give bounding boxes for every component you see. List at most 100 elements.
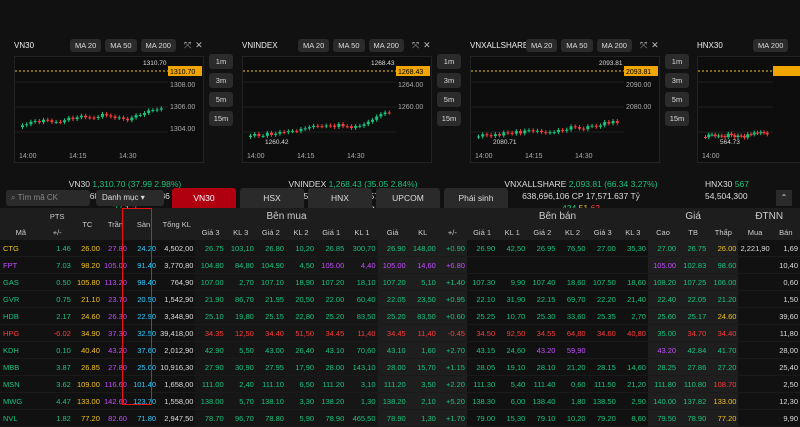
ma-toggle-button[interactable]: MA 20 [298,38,330,52]
table-cell [466,256,498,274]
table-row[interactable]: MWG 4.47 133.00 142.60 123.70 1,558,00 138.00 5… [0,392,800,410]
table-cell: 34.40 [708,324,739,342]
col-ref: TC [72,208,102,240]
stock-symbol[interactable]: GVR [0,290,42,308]
tab-hnx[interactable]: HNX [308,188,372,208]
tab-hsx[interactable]: HSX [240,188,304,208]
stock-symbol[interactable]: CTG [0,240,42,257]
stock-symbol[interactable]: HPG [0,324,42,342]
stock-symbol[interactable]: GAS [0,273,42,291]
interval-button[interactable]: 15m [209,111,233,126]
intraday-chart[interactable]: 1268.43 1268.43 1260.42 1264.00 1260.00 14:00… [242,56,432,163]
stock-search-input[interactable]: ⌕ Tìm mã CK [6,190,90,206]
table-cell: 123.70 [128,392,159,410]
candle [67,117,71,121]
table-row[interactable]: FPT 7.03 98.20 105.00 91.40 3,770,80 104.80 84,… [0,256,800,274]
intraday-chart[interactable]: 2093.81 2093.81 2080.71 2090.00 2080.00 14:00… [470,56,660,163]
low-label: 1260.42 [265,139,289,146]
table-row[interactable]: HDB 2.17 24.60 26.30 22.90 3,348,90 25.10 19,80… [0,307,800,325]
candle [730,133,733,136]
intraday-chart[interactable]: 1310.70 1310.70 1308.00 1306.00 1304.00 14:00… [14,56,204,163]
collapse-charts-button[interactable]: ⌃ [776,190,792,206]
interval-button[interactable]: 15m [437,111,461,126]
interval-button[interactable]: 15m [665,111,689,126]
ma-toggle-button[interactable]: MA 200 [596,38,632,52]
table-cell: 43.10 [316,341,347,359]
table-row[interactable]: GAS 0.50 105.80 113.20 98.40 764,90 107.00 2,70… [0,273,800,291]
table-cell: 26.95 [527,240,558,257]
interval-button[interactable]: 1m [437,54,461,69]
table-cell: 83,50 [407,307,438,325]
interval-button[interactable]: 5m [437,92,461,107]
table-cell [617,341,648,359]
category-dropdown[interactable]: Danh mục ▾ [96,190,164,206]
candle [704,137,707,138]
interval-button[interactable]: 1m [665,54,689,69]
expand-icon[interactable]: ⤧ [412,40,419,51]
interval-button[interactable]: 3m [437,73,461,88]
ma-toggle-button[interactable]: MA 200 [368,38,404,52]
expand-icon[interactable]: ⤧ [184,40,191,51]
y-tick-label: 2090.00 [626,82,651,89]
table-cell: 107.20 [316,273,347,291]
table-cell: 113.20 [101,273,129,291]
stock-symbol[interactable]: NVL [0,409,42,427]
ma-toggle-button[interactable]: MA 20 [526,38,558,52]
ma-toggle-button[interactable]: MA 200 [753,38,789,52]
table-cell: 133.00 [708,392,739,410]
stock-symbol[interactable]: HDB [0,307,42,325]
ma-toggle-button[interactable]: MA 50 [561,38,593,52]
table-cell: 37.30 [101,324,129,342]
interval-button[interactable]: 5m [209,92,233,107]
table-cell: 15,70 [407,358,438,376]
table-cell: +0.95 [437,290,467,308]
ma-toggle-button[interactable]: MA 20 [70,38,102,52]
tab-derivatives[interactable]: Phái sinh [444,188,508,208]
ma-toggle-button[interactable]: MA 200 [140,38,176,52]
candle [739,135,743,137]
table-cell: 104.90 [255,256,286,274]
table-row[interactable]: KDH 0.10 40.40 43.20 37.60 2,012,90 42.90 5,50 4… [0,341,800,359]
table-row[interactable]: GVR 0.75 21.10 23.70 20.50 1,542,90 21.90 86,70… [0,290,800,308]
interval-button[interactable]: 3m [665,73,689,88]
table-cell: 27.80 [101,240,129,257]
interval-button[interactable]: 1m [209,54,233,69]
candle [362,124,366,126]
ma-toggle-button[interactable]: MA 50 [105,38,137,52]
close-icon[interactable]: ✕ [195,40,203,51]
candle [312,125,316,128]
table-row[interactable]: CTG 1.46 26.00 27.80 24.20 4,502,00 26.75 103,1… [0,240,800,257]
expand-icon[interactable]: ⤧ [640,40,647,51]
index-name: HNX30 [697,40,723,50]
candle [299,128,303,132]
stock-symbol[interactable]: MBB [0,358,42,376]
y-tick-label: 1304.00 [170,126,195,133]
candle [121,117,125,119]
close-icon[interactable]: ✕ [423,40,431,51]
tab-upcom[interactable]: UPCOM [376,188,440,208]
table-cell: 138.00 [195,392,226,410]
close-icon[interactable]: ✕ [651,40,659,51]
interval-button[interactable]: 3m [209,73,233,88]
stock-symbol[interactable]: MSN [0,375,42,393]
ma-toggle-button[interactable]: MA 50 [333,38,365,52]
table-cell: 0.75 [41,290,73,308]
table-cell: 21,20 [617,375,648,393]
table-row[interactable]: MSN 3.62 109.00 116.60 101.40 1,658,00 111.00 2… [0,375,800,393]
table-cell: 5,70 [225,392,256,410]
interval-buttons: 1m 3m 5m 15m [437,54,461,126]
stock-symbol[interactable]: MWG [0,392,42,410]
tab-vn30[interactable]: VN30 [172,188,236,208]
table-row[interactable]: NVL 1.82 77.20 82.60 71.80 2,947,50 78.70 96,70… [0,409,800,427]
interval-button[interactable]: 5m [665,92,689,107]
table-row[interactable]: MBB 3.87 26.85 27.80 25.00 10,916,30 27.90 30,9… [0,358,800,376]
candle [527,130,531,132]
stock-symbol[interactable]: KDH [0,341,42,359]
table-cell: 25.20 [377,307,408,325]
candle [316,125,320,127]
table-cell: 20.50 [128,290,159,308]
stock-symbol[interactable]: FPT [0,256,42,274]
table-row[interactable]: HPG -6.02 34.90 37.30 32.50 39,418,00 34.35 12,… [0,324,800,342]
intraday-chart[interactable]: 564.73 14:00 [697,56,800,163]
table-cell: 82.60 [101,409,129,427]
